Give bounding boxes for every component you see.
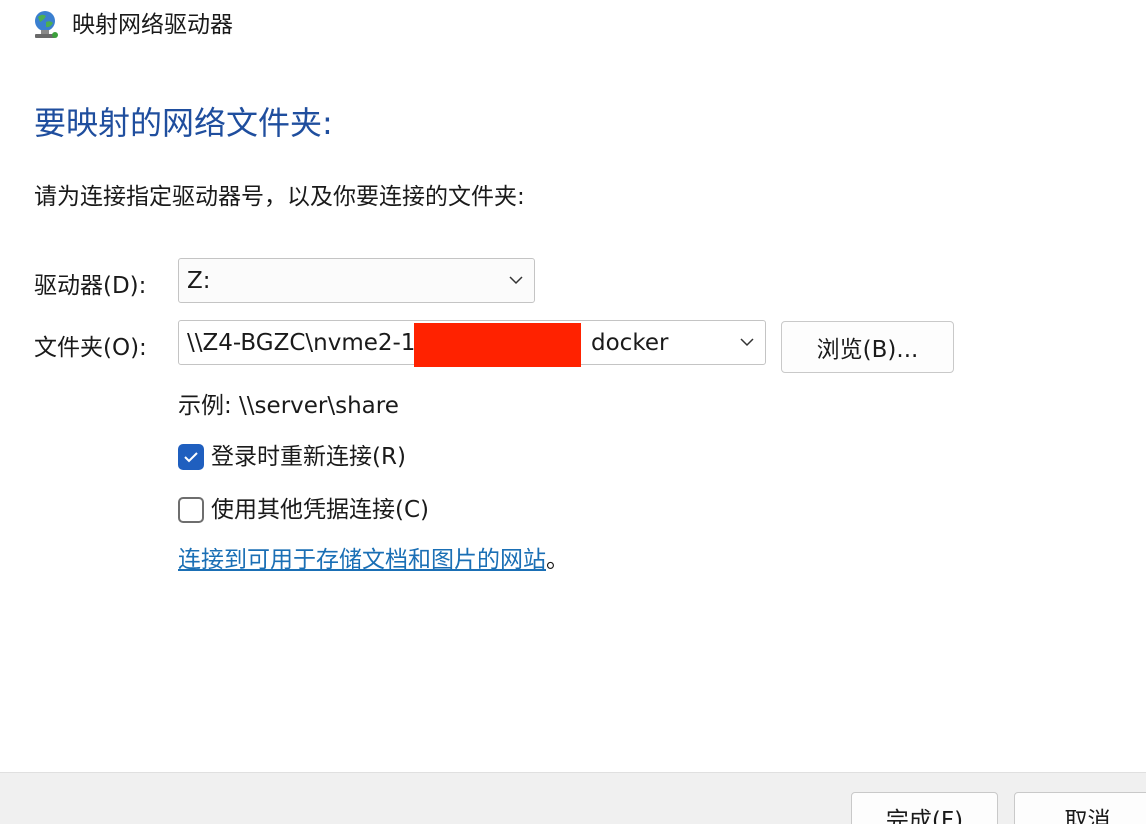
cancel-button[interactable]: 取消 xyxy=(1014,792,1146,824)
link-suffix: 。 xyxy=(546,547,569,573)
instruction-text: 请为连接指定驱动器号，以及你要连接的文件夹: xyxy=(34,184,525,210)
redaction-block xyxy=(414,323,581,367)
browse-button[interactable]: 浏览(B)... xyxy=(781,321,954,373)
use-other-credentials-checkbox[interactable]: 使用其他凭据连接(C) xyxy=(178,495,429,525)
reconnect-label: 登录时重新连接(R) xyxy=(211,444,406,470)
chevron-down-icon xyxy=(509,276,523,285)
checkbox-unchecked[interactable] xyxy=(178,497,204,523)
storage-website-link[interactable]: 连接到可用于存储文档和图片的网站 xyxy=(178,547,546,573)
storage-website-link-row: 连接到可用于存储文档和图片的网站。 xyxy=(178,545,569,575)
checkbox-checked[interactable] xyxy=(178,444,204,470)
network-drive-icon xyxy=(35,11,58,38)
folder-path-tail: docker xyxy=(591,330,669,356)
window-title: 映射网络驱动器 xyxy=(72,12,233,38)
drive-letter-value: Z: xyxy=(187,268,211,294)
drive-letter-combobox[interactable]: Z: xyxy=(178,258,535,303)
drive-label: 驱动器(D): xyxy=(34,273,147,299)
page-heading: 要映射的网络文件夹: xyxy=(34,104,333,142)
reconnect-at-signin-checkbox[interactable]: 登录时重新连接(R) xyxy=(178,442,406,472)
example-text: 示例: \\server\share xyxy=(178,393,399,419)
folder-label: 文件夹(O): xyxy=(34,335,147,361)
map-network-drive-dialog: 映射网络驱动器 要映射的网络文件夹: 请为连接指定驱动器号，以及你要连接的文件夹… xyxy=(0,0,1146,824)
title-bar: 映射网络驱动器 xyxy=(0,0,1146,50)
finish-button[interactable]: 完成(F) xyxy=(851,792,998,824)
chevron-down-icon xyxy=(740,338,754,347)
credentials-label: 使用其他凭据连接(C) xyxy=(211,497,430,523)
folder-path-value: \\Z4-BGZC\nvme2-1 xyxy=(187,330,416,356)
checkmark-icon xyxy=(184,452,198,463)
